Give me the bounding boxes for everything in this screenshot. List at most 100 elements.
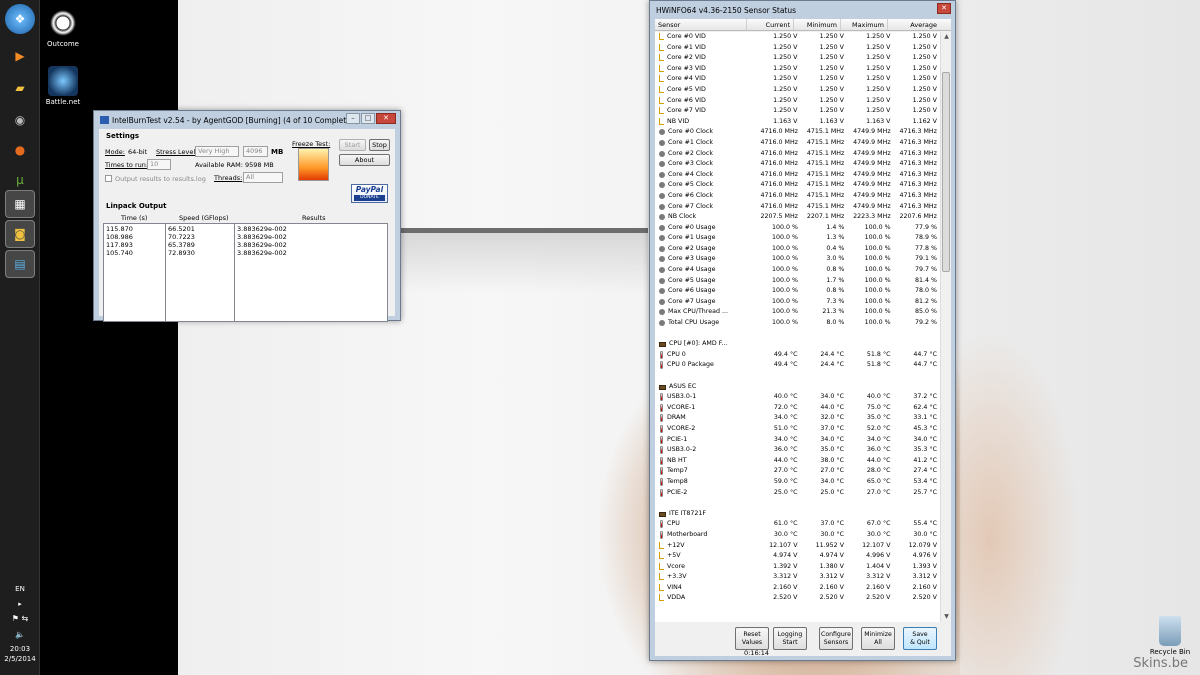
column-header-maximum[interactable]: Maximum — [841, 19, 888, 30]
sensor-row[interactable]: NB Clock 2207.5 MHz 2207.1 MHz 2223.3 MHz 22… — [655, 212, 940, 223]
sensor-row[interactable]: Core #5 Usage 100.0 % 1.7 % 100.0 % 81.4 % — [655, 276, 940, 287]
clock-time[interactable]: 20:03 — [0, 645, 40, 653]
close-button[interactable]: ✕ — [937, 3, 951, 14]
usage-icon — [659, 267, 665, 274]
tray-flag-network-icon[interactable]: ⚑ ⇆ — [0, 614, 40, 623]
sensor-row[interactable]: Core #4 Clock 4716.0 MHz 4715.1 MHz 4749.9 … — [655, 170, 940, 181]
sensor-row[interactable]: Core #5 VID 1.250 V 1.250 V 1.250 V 1.250 V — [655, 85, 940, 96]
sensor-row[interactable]: Core #0 VID 1.250 V 1.250 V 1.250 V 1.250 V — [655, 32, 940, 43]
sensor-group-row[interactable]: ITE IT8721F — [655, 509, 940, 520]
start-button[interactable]: Start — [339, 139, 366, 151]
clock-date[interactable]: 2/5/2014 — [0, 655, 40, 663]
sensor-row[interactable]: Core #0 Clock 4716.0 MHz 4715.1 MHz 4749.9 … — [655, 127, 940, 138]
sensor-row[interactable]: +3.3V 3.312 V 3.312 V 3.312 V 3.312 V — [655, 572, 940, 583]
column-header-sensor[interactable]: Sensor — [655, 19, 747, 30]
sensor-list[interactable]: Core #0 VID 1.250 V 1.250 V 1.250 V 1.250 VC… — [655, 32, 940, 622]
sensor-row[interactable]: CPU 61.0 °C 37.0 °C 67.0 °C 55.4 °C — [655, 519, 940, 530]
maximize-button[interactable]: □ — [361, 113, 375, 124]
column-header-current[interactable]: Current — [747, 19, 794, 30]
close-button[interactable]: ✕ — [376, 113, 396, 124]
sensor-row[interactable]: Motherboard 30.0 °C 30.0 °C 30.0 °C 30.0 °C — [655, 530, 940, 541]
column-header-average[interactable]: Average — [888, 19, 940, 30]
sensor-row[interactable]: VCORE-2 51.0 °C 37.0 °C 52.0 °C 45.3 °C — [655, 424, 940, 435]
sensor-row[interactable]: VIN4 2.160 V 2.160 V 2.160 V 2.160 V — [655, 583, 940, 594]
stop-button[interactable]: Stop — [369, 139, 390, 151]
sensor-row[interactable]: Core #0 Usage 100.0 % 1.4 % 100.0 % 77.9 % — [655, 223, 940, 234]
sensor-row[interactable]: Core #6 Usage 100.0 % 0.8 % 100.0 % 78.0 % — [655, 286, 940, 297]
volume-icon[interactable]: 🔈 — [0, 630, 40, 639]
minimize-all-button[interactable]: Minimize All — [861, 627, 895, 650]
scroll-up-icon[interactable]: ▲ — [941, 32, 952, 42]
stress-level-select[interactable]: Very High — [195, 146, 239, 157]
reset-values-button[interactable]: Reset Values — [735, 627, 769, 650]
output-results-checkbox[interactable] — [105, 175, 112, 182]
sensor-row[interactable]: DRAM 34.0 °C 32.0 °C 35.0 °C 33.1 °C — [655, 413, 940, 424]
sensor-row[interactable]: Core #7 VID 1.250 V 1.250 V 1.250 V 1.250 V — [655, 106, 940, 117]
desktop-icon-outcome[interactable]: Outcome — [41, 8, 85, 48]
save-quit-button[interactable]: Save & Quit — [903, 627, 937, 650]
sensor-row[interactable]: Core #2 Usage 100.0 % 0.4 % 100.0 % 77.8 % — [655, 244, 940, 255]
paypal-donate-button[interactable]: PayPal DONATE — [351, 184, 388, 203]
intelburntest-taskbar-icon[interactable]: ▦ — [5, 190, 35, 218]
sensor-row[interactable]: NB HT 44.0 °C 38.0 °C 44.0 °C 41.2 °C — [655, 456, 940, 467]
linpack-results-table[interactable]: Time (s) Speed (GFlops) Results 115.870 … — [103, 214, 388, 322]
sensor-row[interactable]: +12V 12.107 V 11.952 V 12.107 V 12.079 V — [655, 541, 940, 552]
sensor-row[interactable]: Max CPU/Thread ... 100.0 % 21.3 % 100.0 % 85… — [655, 307, 940, 318]
sensor-row[interactable]: PCIE-2 25.0 °C 25.0 °C 27.0 °C 25.7 °C — [655, 488, 940, 499]
camera-app-taskbar-icon[interactable]: ◙ — [5, 220, 35, 248]
sensor-row[interactable]: Core #3 Usage 100.0 % 3.0 % 100.0 % 79.1 % — [655, 254, 940, 265]
sensor-row[interactable]: +5V 4.974 V 4.974 V 4.996 V 4.976 V — [655, 551, 940, 562]
sensor-row[interactable]: Total CPU Usage 100.0 % 8.0 % 100.0 % 79.2 % — [655, 318, 940, 329]
sensor-row[interactable]: NB VID 1.163 V 1.163 V 1.163 V 1.162 V — [655, 117, 940, 128]
sensor-row[interactable]: Temp8 59.0 °C 34.0 °C 65.0 °C 53.4 °C — [655, 477, 940, 488]
sensor-row[interactable]: USB3.0-1 40.0 °C 34.0 °C 40.0 °C 37.2 °C — [655, 392, 940, 403]
show-hidden-icons-arrow-icon[interactable]: ▸ — [0, 600, 40, 608]
hwinfo-taskbar-icon[interactable]: ▤ — [5, 250, 35, 278]
threads-select[interactable]: All — [243, 172, 283, 183]
sensor-row[interactable]: Core #2 Clock 4716.0 MHz 4715.1 MHz 4749.9 … — [655, 149, 940, 160]
minimize-button[interactable]: – — [346, 113, 360, 124]
logging-start-button[interactable]: Logging Start — [773, 627, 807, 650]
times-to-run-field[interactable]: 10 — [147, 159, 171, 170]
window-titlebar[interactable]: HWiNFO64 v4.36-2150 Sensor Status — [650, 1, 955, 19]
sensor-group-row[interactable]: CPU [#0]: AMD F... — [655, 339, 940, 350]
sensor-row[interactable]: Core #7 Usage 100.0 % 7.3 % 100.0 % 81.2 % — [655, 297, 940, 308]
sensor-row[interactable]: Core #4 Usage 100.0 % 0.8 % 100.0 % 79.7 % — [655, 265, 940, 276]
sensor-row[interactable]: CPU 0 49.4 °C 24.4 °C 51.8 °C 44.7 °C — [655, 350, 940, 361]
sensor-row[interactable]: VCORE-1 72.0 °C 44.0 °C 75.0 °C 62.4 °C — [655, 403, 940, 414]
media-player-icon[interactable]: ▶ — [5, 42, 35, 70]
sensor-row[interactable]: VDDA 2.520 V 2.520 V 2.520 V 2.520 V — [655, 593, 940, 604]
sensor-row[interactable]: Core #2 VID 1.250 V 1.250 V 1.250 V 1.250 V — [655, 53, 940, 64]
sensor-row[interactable]: Core #7 Clock 4716.0 MHz 4715.1 MHz 4749.9 … — [655, 202, 940, 213]
sensor-list-scrollbar[interactable]: ▲ ▼ — [940, 32, 951, 622]
column-header-minimum[interactable]: Minimum — [794, 19, 841, 30]
sensor-row[interactable]: Core #1 Usage 100.0 % 1.3 % 100.0 % 78.9 % — [655, 233, 940, 244]
sensor-row[interactable]: Core #3 Clock 4716.0 MHz 4715.1 MHz 4749.9 … — [655, 159, 940, 170]
fire-icon[interactable] — [298, 148, 329, 181]
scrollbar-thumb[interactable] — [942, 72, 950, 272]
sensor-row[interactable]: CPU 0 Package 49.4 °C 24.4 °C 51.8 °C 44.7 °… — [655, 360, 940, 371]
sensor-row[interactable]: Core #6 Clock 4716.0 MHz 4715.1 MHz 4749.9 … — [655, 191, 940, 202]
sensor-row[interactable]: PCIE-1 34.0 °C 34.0 °C 34.0 °C 34.0 °C — [655, 435, 940, 446]
sensor-row[interactable]: Core #1 VID 1.250 V 1.250 V 1.250 V 1.250 V — [655, 43, 940, 54]
sensor-row[interactable]: Temp7 27.0 °C 27.0 °C 28.0 °C 27.4 °C — [655, 466, 940, 477]
language-indicator[interactable]: EN — [0, 585, 40, 593]
sensor-row[interactable]: USB3.0-2 36.0 °C 35.0 °C 36.0 °C 35.3 °C — [655, 445, 940, 456]
sensor-row[interactable]: Core #3 VID 1.250 V 1.250 V 1.250 V 1.250 V — [655, 64, 940, 75]
memory-size-field[interactable]: 4096 — [243, 146, 268, 157]
sensor-row[interactable]: Core #5 Clock 4716.0 MHz 4715.1 MHz 4749.9 … — [655, 180, 940, 191]
firefox-icon[interactable]: ● — [5, 136, 35, 164]
explorer-folder-icon[interactable]: ▰ — [5, 74, 35, 102]
steam-icon[interactable]: ◉ — [5, 106, 35, 134]
sensor-row[interactable]: Core #6 VID 1.250 V 1.250 V 1.250 V 1.250 V — [655, 96, 940, 107]
sensor-row[interactable]: Core #1 Clock 4716.0 MHz 4715.1 MHz 4749.9 … — [655, 138, 940, 149]
desktop-icon-recycle-bin[interactable]: Recycle Bin — [1144, 616, 1196, 656]
desktop-icon-battlenet[interactable]: Battle.net — [41, 66, 85, 106]
sensor-row[interactable]: Vcore 1.392 V 1.380 V 1.404 V 1.393 V — [655, 562, 940, 573]
sensor-group-row[interactable]: ASUS EC — [655, 382, 940, 393]
scroll-down-icon[interactable]: ▼ — [941, 612, 952, 622]
configure-sensors-button[interactable]: Configure Sensors — [819, 627, 853, 650]
about-button[interactable]: About — [339, 154, 390, 166]
start-orb-icon[interactable]: ❖ — [5, 4, 35, 34]
sensor-row[interactable]: Core #4 VID 1.250 V 1.250 V 1.250 V 1.250 V — [655, 74, 940, 85]
